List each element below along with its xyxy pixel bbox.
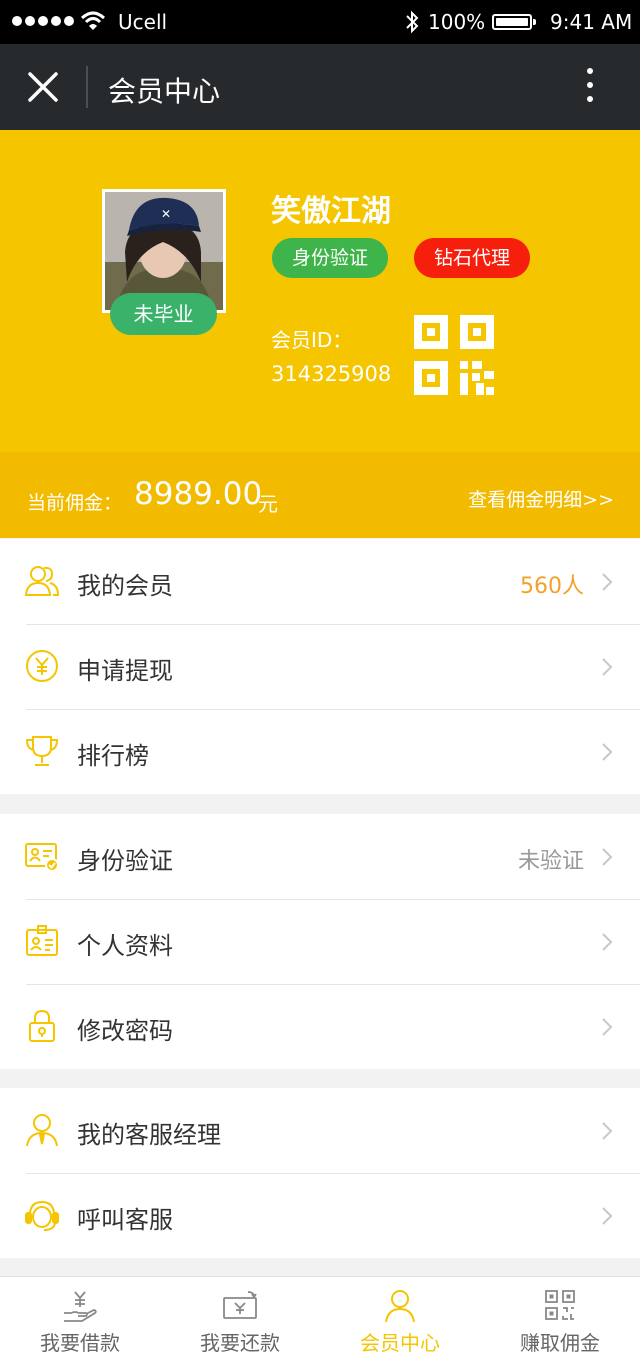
tab-repay[interactable]: 我要还款 — [160, 1277, 320, 1363]
commission-detail-link[interactable]: 查看佣金明细>> — [468, 485, 614, 512]
row-label: 修改密码 — [77, 1017, 173, 1045]
bottom-tab-bar: 我要借款 我要还款 会员中心 赚取佣金 — [0, 1276, 640, 1363]
member-center-screen: Ucell 100% 9:41 AM 会员中心 ✕ 未毕业 笑傲江湖 身份验证 … — [0, 0, 640, 1363]
profile-header: ✕ 未毕业 笑傲江湖 身份验证 钻石代理 会员ID： 314325908 — [0, 130, 640, 452]
qr-code-icon — [545, 1290, 575, 1320]
row-label: 身份验证 — [77, 847, 173, 875]
status-bar: Ucell 100% 9:41 AM — [0, 0, 640, 44]
menu-group-members: 我的会员 560人 申请提现 排行榜 — [0, 539, 640, 794]
tab-member-center[interactable]: 会员中心 — [320, 1277, 480, 1363]
page-title: 会员中心 — [108, 75, 221, 108]
signal-dots-icon — [12, 16, 74, 26]
trophy-icon — [25, 736, 59, 766]
row-change-password[interactable]: 修改密码 — [0, 984, 640, 1069]
chevron-right-icon — [602, 573, 613, 591]
chevron-right-icon — [602, 1018, 613, 1036]
menu-group-service: 我的客服经理 呼叫客服 — [0, 1088, 640, 1258]
row-apply-withdraw[interactable]: 申请提现 — [0, 624, 640, 709]
tab-label: 会员中心 — [360, 1331, 440, 1355]
repay-cash-icon — [223, 1291, 257, 1319]
menu-group-account: 身份验证 未验证 个人资料 修改密码 — [0, 814, 640, 1069]
row-label: 我的会员 — [77, 572, 173, 600]
carrier-name: Ucell — [118, 10, 168, 34]
user-nickname: 笑傲江湖 — [271, 194, 391, 229]
battery-percent: 100% — [428, 10, 486, 34]
battery-icon — [492, 14, 536, 30]
chevron-right-icon — [602, 933, 613, 951]
identity-verify-tag[interactable]: 身份验证 — [272, 238, 389, 278]
headset-icon — [25, 1200, 59, 1231]
commission-amount: 8989.00 — [134, 476, 263, 512]
row-label: 申请提现 — [77, 657, 173, 685]
manager-icon — [26, 1114, 58, 1147]
members-icon — [24, 566, 60, 596]
more-menu-icon[interactable] — [578, 68, 602, 108]
badge-profile-icon — [26, 925, 58, 956]
commission-label: 当前佣金： — [27, 492, 123, 514]
row-label: 排行榜 — [77, 742, 149, 770]
row-service-manager[interactable]: 我的客服经理 — [0, 1088, 640, 1173]
row-personal-info[interactable]: 个人资料 — [0, 899, 640, 984]
yuan-coin-icon — [26, 650, 58, 682]
nav-divider — [86, 66, 88, 108]
clock: 9:41 AM — [550, 10, 633, 34]
lock-icon — [29, 1009, 55, 1042]
row-value: 560人 — [520, 574, 584, 599]
tab-label: 赚取佣金 — [520, 1331, 600, 1355]
qr-code-icon[interactable] — [414, 315, 494, 395]
commission-bar: 当前佣金： 8989.00 元 查看佣金明细>> — [0, 452, 640, 538]
chevron-right-icon — [602, 1122, 613, 1140]
chevron-right-icon — [602, 1207, 613, 1225]
tab-label: 我要还款 — [200, 1331, 280, 1355]
bluetooth-icon — [406, 10, 419, 34]
tab-earn-commission[interactable]: 赚取佣金 — [480, 1277, 640, 1363]
close-icon[interactable] — [26, 70, 60, 104]
svg-text:✕: ✕ — [161, 207, 171, 221]
row-label: 个人资料 — [77, 932, 173, 960]
tab-loan[interactable]: 我要借款 — [0, 1277, 160, 1363]
row-call-service[interactable]: 呼叫客服 — [0, 1173, 640, 1258]
row-value: 未验证 — [517, 849, 584, 874]
agent-level-tag: 钻石代理 — [414, 238, 531, 278]
wifi-icon — [80, 11, 106, 30]
member-id-label: 会员ID： — [271, 328, 353, 352]
graduation-status-badge: 未毕业 — [110, 293, 217, 335]
chevron-right-icon — [602, 743, 613, 761]
member-id-value: 314325908 — [271, 362, 392, 386]
loan-hand-icon — [64, 1291, 97, 1322]
chevron-right-icon — [602, 658, 613, 676]
id-card-verify-icon — [25, 843, 59, 872]
tab-label: 我要借款 — [40, 1331, 120, 1355]
row-label: 我的客服经理 — [77, 1121, 221, 1149]
chevron-right-icon — [602, 848, 613, 866]
row-my-members[interactable]: 我的会员 560人 — [0, 539, 640, 624]
row-label: 呼叫客服 — [77, 1206, 173, 1234]
commission-unit: 元 — [258, 492, 278, 516]
row-leaderboard[interactable]: 排行榜 — [0, 709, 640, 794]
nav-bar: 会员中心 — [0, 44, 640, 130]
row-identity-verify[interactable]: 身份验证 未验证 — [0, 814, 640, 899]
member-person-icon — [385, 1290, 415, 1323]
